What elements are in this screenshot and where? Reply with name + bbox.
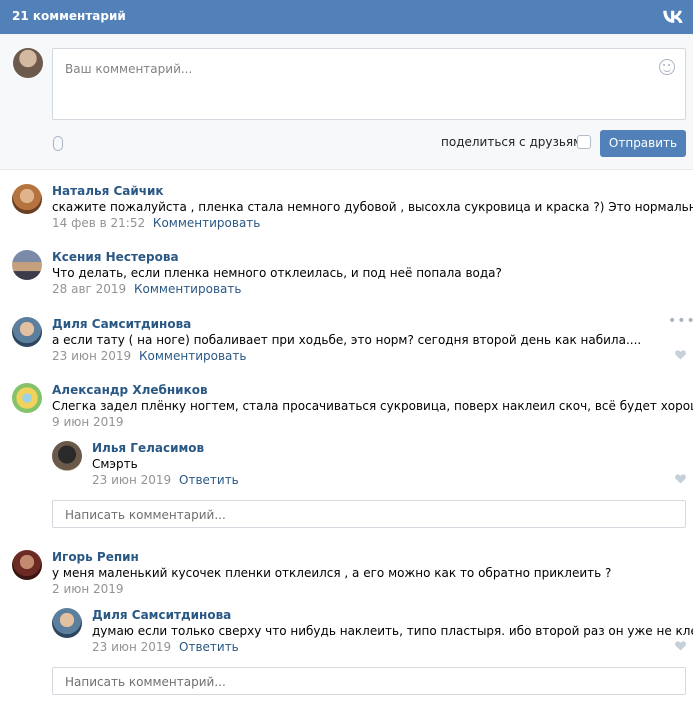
comment-item: Наталья Сайчик скажите пожалуйста , плен… (0, 184, 693, 230)
avatar[interactable] (12, 317, 42, 347)
avatar[interactable] (13, 48, 43, 78)
write-comment-placeholder: Написать комментарий... (65, 508, 226, 522)
write-comment-input[interactable]: Написать комментарий... (52, 500, 686, 528)
write-comment-input[interactable]: Написать комментарий... (52, 667, 686, 695)
like-icon[interactable] (675, 350, 686, 360)
reply-link[interactable]: Ответить (179, 473, 239, 487)
comment-input[interactable]: Ваш комментарий... (52, 48, 686, 120)
reply-item: Диля Самситдинова думаю если только свер… (0, 608, 693, 654)
reply-meta: 23 июн 2019 Ответить (92, 473, 239, 487)
comments-header: 21 комментарий (0, 0, 693, 34)
reply-item: Илья Геласимов Смэрть 23 июн 2019 Ответи… (0, 441, 693, 487)
write-comment-placeholder: Написать комментарий... (65, 675, 226, 689)
comment-composer: Ваш комментарий... поделиться с друзьями… (0, 34, 693, 170)
reply-text: думаю если только сверху что нибудь накл… (92, 624, 693, 638)
comment-reply-link[interactable]: Комментировать (134, 282, 241, 296)
reply-date[interactable]: 23 июн 2019 (92, 640, 171, 654)
comment-reply-link[interactable]: Комментировать (139, 349, 246, 363)
more-actions-icon[interactable]: ••• (668, 313, 693, 329)
comment-item: Ксения Нестерова Что делать, если пленка… (0, 250, 693, 296)
reply-author[interactable]: Илья Геласимов (92, 441, 204, 455)
like-icon[interactable] (675, 474, 686, 484)
comment-item: Александр Хлебников Слегка задел плёнку … (0, 383, 693, 429)
comment-meta: 23 июн 2019 Комментировать (52, 349, 246, 363)
avatar[interactable] (52, 608, 82, 638)
attach-icon[interactable] (53, 136, 63, 151)
comment-date[interactable]: 2 июн 2019 (52, 582, 124, 596)
comment-author[interactable]: Игорь Репин (52, 550, 139, 564)
comment-author[interactable]: Наталья Сайчик (52, 184, 164, 198)
reply-text: Смэрть (92, 457, 138, 471)
comment-date[interactable]: 14 фев в 21:52 (52, 216, 145, 230)
comment-date[interactable]: 9 июн 2019 (52, 415, 124, 429)
share-with-friends-checkbox[interactable] (577, 135, 591, 149)
reply-date[interactable]: 23 июн 2019 (92, 473, 171, 487)
comment-author[interactable]: Александр Хлебников (52, 383, 208, 397)
avatar[interactable] (12, 184, 42, 214)
comment-meta: 9 июн 2019 (52, 415, 124, 429)
reply-author[interactable]: Диля Самситдинова (92, 608, 231, 622)
avatar[interactable] (12, 383, 42, 413)
comment-item: Игорь Репин у меня маленький кусочек пле… (0, 550, 693, 596)
comment-date[interactable]: 28 авг 2019 (52, 282, 126, 296)
emoji-icon[interactable] (659, 59, 675, 75)
like-icon[interactable] (675, 641, 686, 651)
comment-text: Что делать, если пленка немного отклеила… (52, 266, 502, 280)
comment-date[interactable]: 23 июн 2019 (52, 349, 131, 363)
comments-count-title: 21 комментарий (12, 9, 126, 23)
avatar[interactable] (12, 250, 42, 280)
comment-meta: 28 авг 2019 Комментировать (52, 282, 241, 296)
comment-text: а если тату ( на ноге) побаливает при хо… (52, 333, 642, 347)
reply-link[interactable]: Ответить (179, 640, 239, 654)
comment-text: скажите пожалуйста , пленка стала немног… (52, 200, 693, 214)
avatar[interactable] (12, 550, 42, 580)
send-button[interactable]: Отправить (600, 130, 686, 157)
vk-logo-icon[interactable] (663, 8, 683, 26)
comment-author[interactable]: Ксения Нестерова (52, 250, 179, 264)
comment-text: Слегка задел плёнку ногтем, стала просач… (52, 399, 693, 413)
comment-reply-link[interactable]: Комментировать (153, 216, 260, 230)
comment-text: у меня маленький кусочек пленки отклеилс… (52, 566, 612, 580)
share-with-friends-label: поделиться с друзьями (441, 135, 590, 149)
comment-meta: 14 фев в 21:52 Комментировать (52, 216, 260, 230)
comment-input-placeholder: Ваш комментарий... (65, 62, 193, 76)
comment-author[interactable]: Диля Самситдинова (52, 317, 191, 331)
reply-meta: 23 июн 2019 Ответить (92, 640, 239, 654)
comment-item: Диля Самситдинова а если тату ( на ноге)… (0, 313, 693, 363)
avatar[interactable] (52, 441, 82, 471)
comment-meta: 2 июн 2019 (52, 582, 124, 596)
